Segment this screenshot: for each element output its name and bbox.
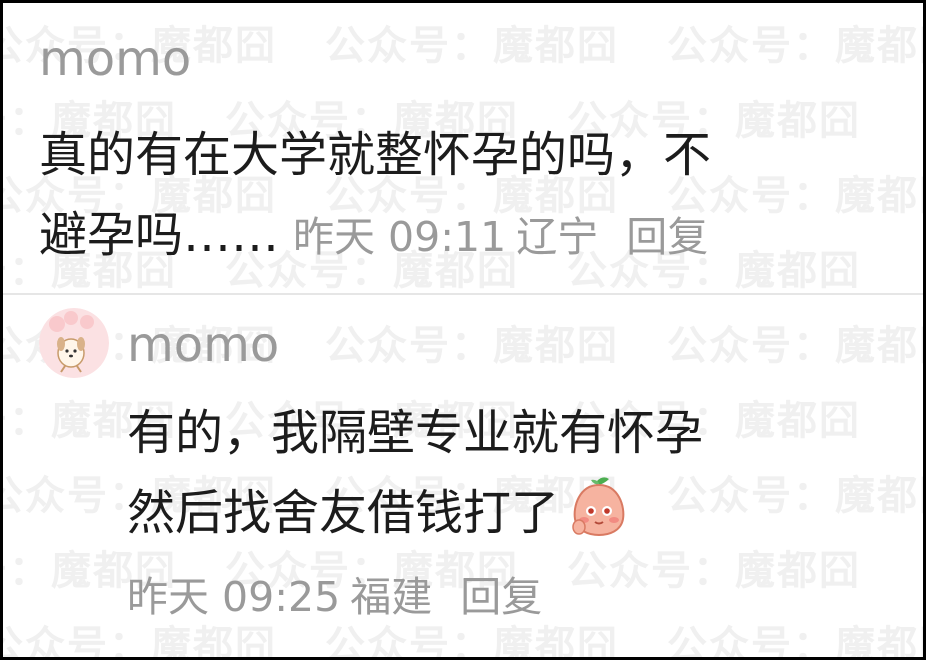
comment-location: 辽宁 — [516, 213, 599, 261]
reply-button[interactable]: 回复 — [460, 573, 542, 621]
comment-screenshot-frame: 公众号：魔都囧公众号：魔都囧公众号：魔都囧 公众号：魔都囧公众号：魔都囧公众号：… — [0, 0, 926, 660]
comment-location: 福建 — [350, 573, 433, 621]
comment-body-line-with-emoji: 然后找舍友借钱打了 — [127, 473, 631, 553]
comment-divider — [3, 293, 923, 295]
watermark-text: 公众号：魔都囧 — [325, 323, 619, 369]
comment-body-line: 有的，我隔壁专业就有怀孕 — [127, 405, 704, 461]
watermark-text: 公众号：魔都囧 — [667, 623, 923, 660]
comment-body-line: 然后找舍友借钱打了 — [127, 485, 560, 541]
comment-time: 昨天 09:25 — [127, 573, 341, 621]
watermark-text: 公众号：魔都囧 — [667, 23, 923, 69]
watermark-text: 公众号：魔都囧 — [667, 323, 923, 369]
reply-button[interactable]: 回复 — [626, 213, 708, 261]
comment-username[interactable]: momo — [127, 317, 279, 373]
comment-time: 昨天 09:11 — [293, 213, 507, 261]
cartoon-dog-avatar-icon — [39, 308, 109, 378]
comment-body-last-line: 避孕吗…… 昨天 09:11 辽宁 回复 — [39, 195, 708, 277]
avatar[interactable] — [39, 308, 109, 378]
watermark-text: 公众号：魔都囧 — [667, 473, 923, 519]
comment-username[interactable]: momo — [39, 31, 191, 87]
comment-meta: 昨天 09:25 福建 回复 — [127, 569, 542, 625]
watermark-text: 公众号：魔都囧 — [325, 23, 619, 69]
blushing-peach-emoji-icon — [567, 473, 631, 537]
comment-body-line: 真的有在大学就整怀孕的吗，不 — [39, 127, 712, 183]
comment-body-line: 避孕吗…… — [39, 207, 280, 263]
